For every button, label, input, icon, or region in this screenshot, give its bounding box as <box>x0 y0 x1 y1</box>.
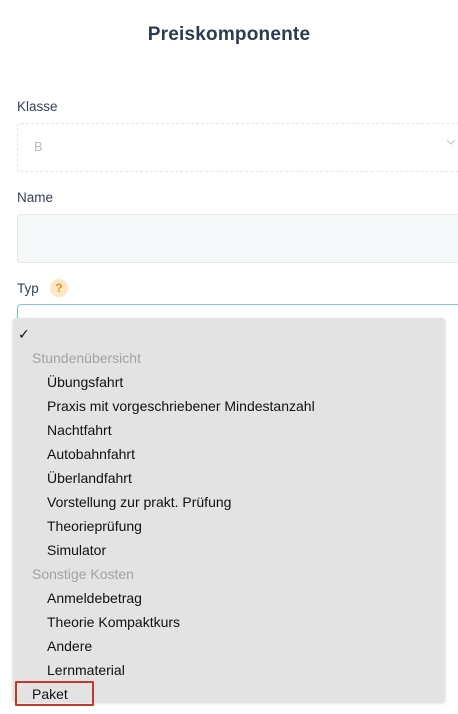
option-simulator[interactable]: Simulator <box>47 538 106 562</box>
option-praxis-mindestanzahl[interactable]: Praxis mit vorgeschriebener Mindestanzah… <box>47 394 315 418</box>
klasse-value: B <box>34 139 43 154</box>
option-lernmaterial[interactable]: Lernmaterial <box>47 658 125 682</box>
klasse-select[interactable]: B <box>17 123 458 172</box>
help-icon[interactable]: ? <box>50 279 68 297</box>
klasse-label: Klasse <box>17 99 58 114</box>
paket-highlight-box <box>15 681 94 706</box>
typ-dropdown-menu[interactable]: ✓ Stundenübersicht Übungsfahrt Praxis mi… <box>13 318 445 702</box>
option-uebungsfahrt[interactable]: Übungsfahrt <box>47 370 123 394</box>
group-label-stundenuebersicht: Stundenübersicht <box>32 350 141 366</box>
option-anmeldebetrag[interactable]: Anmeldebetrag <box>47 586 142 610</box>
name-label: Name <box>17 190 54 205</box>
option-andere[interactable]: Andere <box>47 634 92 658</box>
group-label-sonstige-kosten: Sonstige Kosten <box>32 566 134 582</box>
option-ueberlandfahrt[interactable]: Überlandfahrt <box>47 466 132 490</box>
option-nachtfahrt[interactable]: Nachtfahrt <box>47 418 112 442</box>
typ-select[interactable] <box>17 304 458 318</box>
name-input[interactable] <box>17 214 458 263</box>
page-title: Preiskomponente <box>147 24 311 45</box>
option-vorstellung-pruefung[interactable]: Vorstellung zur prakt. Prüfung <box>47 490 231 514</box>
option-theorie-kompaktkurs[interactable]: Theorie Kompaktkurs <box>47 610 180 634</box>
empty-option[interactable]: ✓ <box>18 322 30 346</box>
chevron-down-icon <box>446 139 456 145</box>
typ-label: Typ <box>17 281 39 296</box>
option-autobahnfahrt[interactable]: Autobahnfahrt <box>47 442 135 466</box>
option-theoriepruefung[interactable]: Theorieprüfung <box>47 514 142 538</box>
